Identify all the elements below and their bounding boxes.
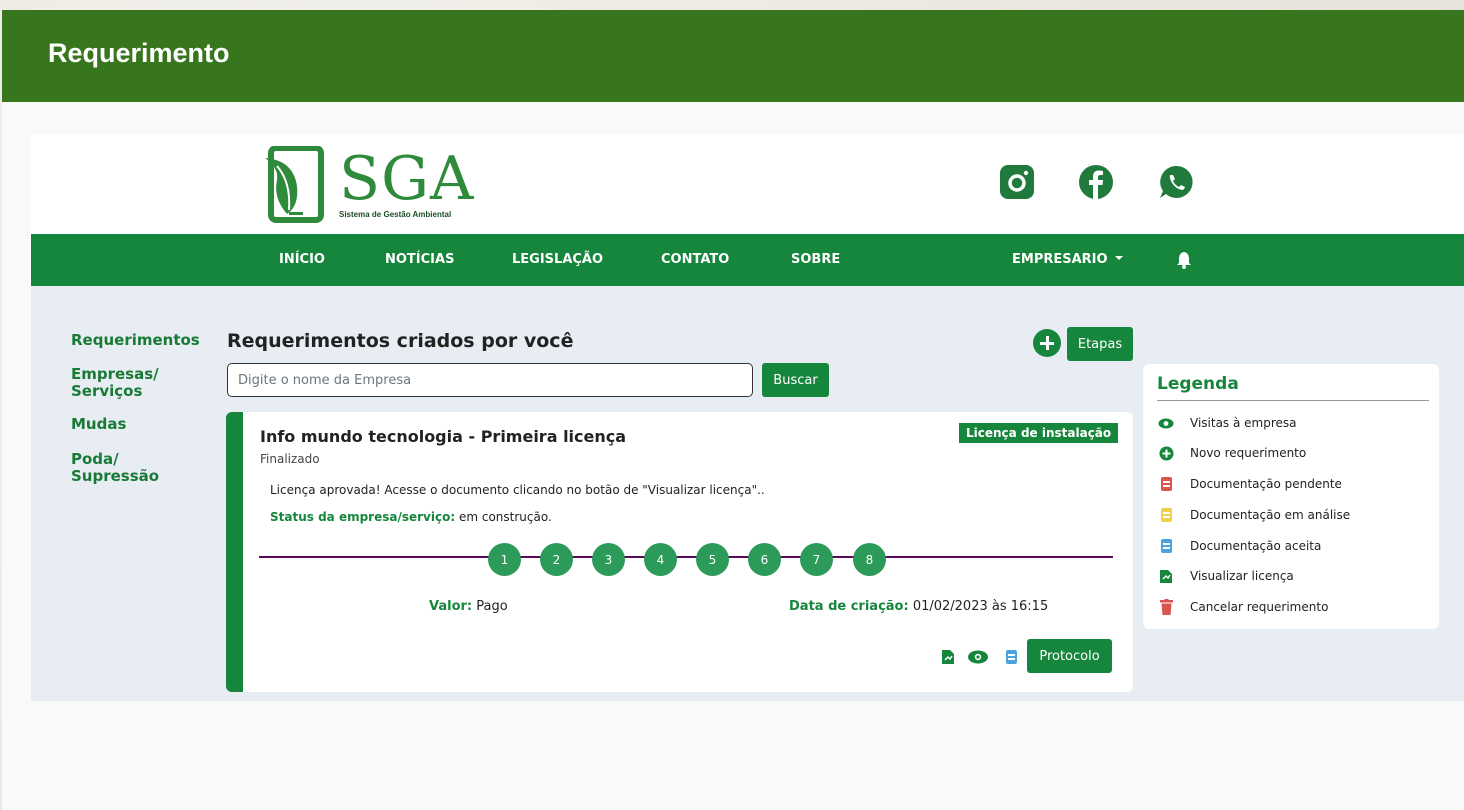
- nav-inicio[interactable]: INÍCIO: [279, 252, 325, 267]
- company-search-input[interactable]: [227, 363, 753, 397]
- caret-down-icon: [1114, 256, 1123, 260]
- licence-icon: [1157, 567, 1175, 585]
- page-title: Requerimentos criados por você: [227, 330, 574, 352]
- legend-label: Documentação em análise: [1190, 508, 1351, 522]
- card-title: Info mundo tecnologia - Primeira licença: [260, 427, 627, 446]
- legend-label: Novo requerimento: [1190, 446, 1307, 460]
- timeline-line: [259, 556, 1113, 558]
- instagram-icon[interactable]: [999, 164, 1035, 200]
- etapas-button[interactable]: Etapas: [1067, 327, 1133, 361]
- data-label: Data de criação:: [789, 599, 909, 614]
- nav-legislacao[interactable]: LEGISLAÇÃO: [512, 252, 603, 267]
- legend-item: Documentação pendente: [1157, 475, 1342, 493]
- phone-leaf-icon: [265, 146, 324, 223]
- legend-title: Legenda: [1157, 374, 1429, 401]
- legend-label: Visitas à empresa: [1190, 416, 1297, 430]
- sidebar-item-mudas[interactable]: Mudas: [71, 416, 126, 433]
- legend-item: Novo requerimento: [1157, 444, 1306, 462]
- valor-value: Pago: [472, 599, 508, 614]
- step-1[interactable]: 1: [488, 543, 521, 576]
- legend-item: Visualizar licença: [1157, 567, 1294, 585]
- legend-item: Documentação aceita: [1157, 537, 1321, 555]
- document-accepted-icon[interactable]: [1006, 650, 1017, 664]
- card-message: Licença aprovada! Acesse o documento cli…: [270, 483, 765, 497]
- plus-circle-icon: [1157, 444, 1175, 462]
- legend-item: Visitas à empresa: [1157, 414, 1297, 432]
- company-status-label: Status da empresa/serviço:: [270, 510, 456, 524]
- step-6[interactable]: 6: [748, 543, 781, 576]
- legend-item: Documentação em análise: [1157, 506, 1350, 524]
- document-review-icon: [1157, 506, 1175, 524]
- nav-sobre[interactable]: SOBRE: [791, 252, 840, 267]
- legend-label: Documentação aceita: [1190, 539, 1322, 553]
- card-status: Finalizado: [260, 452, 320, 466]
- legend-panel: Legenda Visitas à empresa Novo requerime…: [1143, 364, 1439, 629]
- data-value: 01/02/2023 às 16:15: [908, 599, 1049, 614]
- sga-logo[interactable]: SGA Sistema de Gestão Ambiental: [263, 144, 523, 224]
- logo-text: SGA: [339, 144, 475, 214]
- user-menu-dropdown[interactable]: EMPRESARIO: [1012, 252, 1123, 267]
- legend-label: Cancelar requerimento: [1190, 600, 1329, 614]
- add-requirement-button[interactable]: [1033, 329, 1061, 357]
- protocol-button[interactable]: Protocolo: [1027, 639, 1112, 673]
- sidebar-item-empresas[interactable]: Empresas/Serviços: [71, 366, 159, 400]
- step-7[interactable]: 7: [800, 543, 833, 576]
- eye-icon: [1157, 414, 1175, 432]
- licence-type-badge: Licença de instalação: [959, 423, 1119, 443]
- company-status: Status da empresa/serviço: em construção…: [270, 510, 552, 524]
- step-5[interactable]: 5: [696, 543, 729, 576]
- slide-title: Requerimento: [48, 38, 230, 68]
- step-2[interactable]: 2: [540, 543, 573, 576]
- step-8[interactable]: 8: [853, 543, 886, 576]
- whatsapp-icon[interactable]: [1158, 164, 1194, 200]
- nav-contato[interactable]: CONTATO: [661, 252, 729, 267]
- company-status-value: em construção.: [455, 510, 552, 524]
- site-header: SGA Sistema de Gestão Ambiental: [31, 134, 1464, 234]
- legend-label: Visualizar licença: [1190, 569, 1294, 583]
- main-navbar: INÍCIO NOTÍCIAS LEGISLAÇÃO CONTATO SOBRE…: [31, 234, 1464, 286]
- valor-label: Valor:: [429, 599, 473, 614]
- requirement-card: Info mundo tecnologia - Primeira licença…: [226, 412, 1133, 692]
- trash-icon: [1157, 598, 1175, 616]
- legend-label: Documentação pendente: [1190, 477, 1342, 491]
- facebook-icon[interactable]: [1078, 164, 1114, 200]
- step-4[interactable]: 4: [644, 543, 677, 576]
- screenshot-frame: SGA Sistema de Gestão Ambiental INÍCIO N…: [31, 134, 1464, 701]
- search-button[interactable]: Buscar: [762, 363, 829, 397]
- step-3[interactable]: 3: [592, 543, 625, 576]
- document-pending-icon: [1157, 475, 1175, 493]
- payment-value: Valor: Pago: [429, 599, 508, 614]
- sidebar-item-requerimentos[interactable]: Requerimentos: [71, 332, 200, 349]
- bell-icon[interactable]: [1176, 251, 1192, 269]
- creation-date: Data de criação: 01/02/2023 às 16:15: [789, 599, 1048, 614]
- sidebar-item-poda[interactable]: Poda/Supressão: [71, 451, 159, 485]
- nav-noticias[interactable]: NOTÍCIAS: [385, 252, 454, 267]
- legend-item: Cancelar requerimento: [1157, 598, 1328, 616]
- view-licence-icon[interactable]: [940, 649, 956, 665]
- user-menu-label: EMPRESARIO: [1012, 252, 1108, 267]
- logo-subtitle: Sistema de Gestão Ambiental: [339, 210, 452, 219]
- eye-icon[interactable]: [967, 650, 989, 664]
- document-accepted-icon: [1157, 537, 1175, 555]
